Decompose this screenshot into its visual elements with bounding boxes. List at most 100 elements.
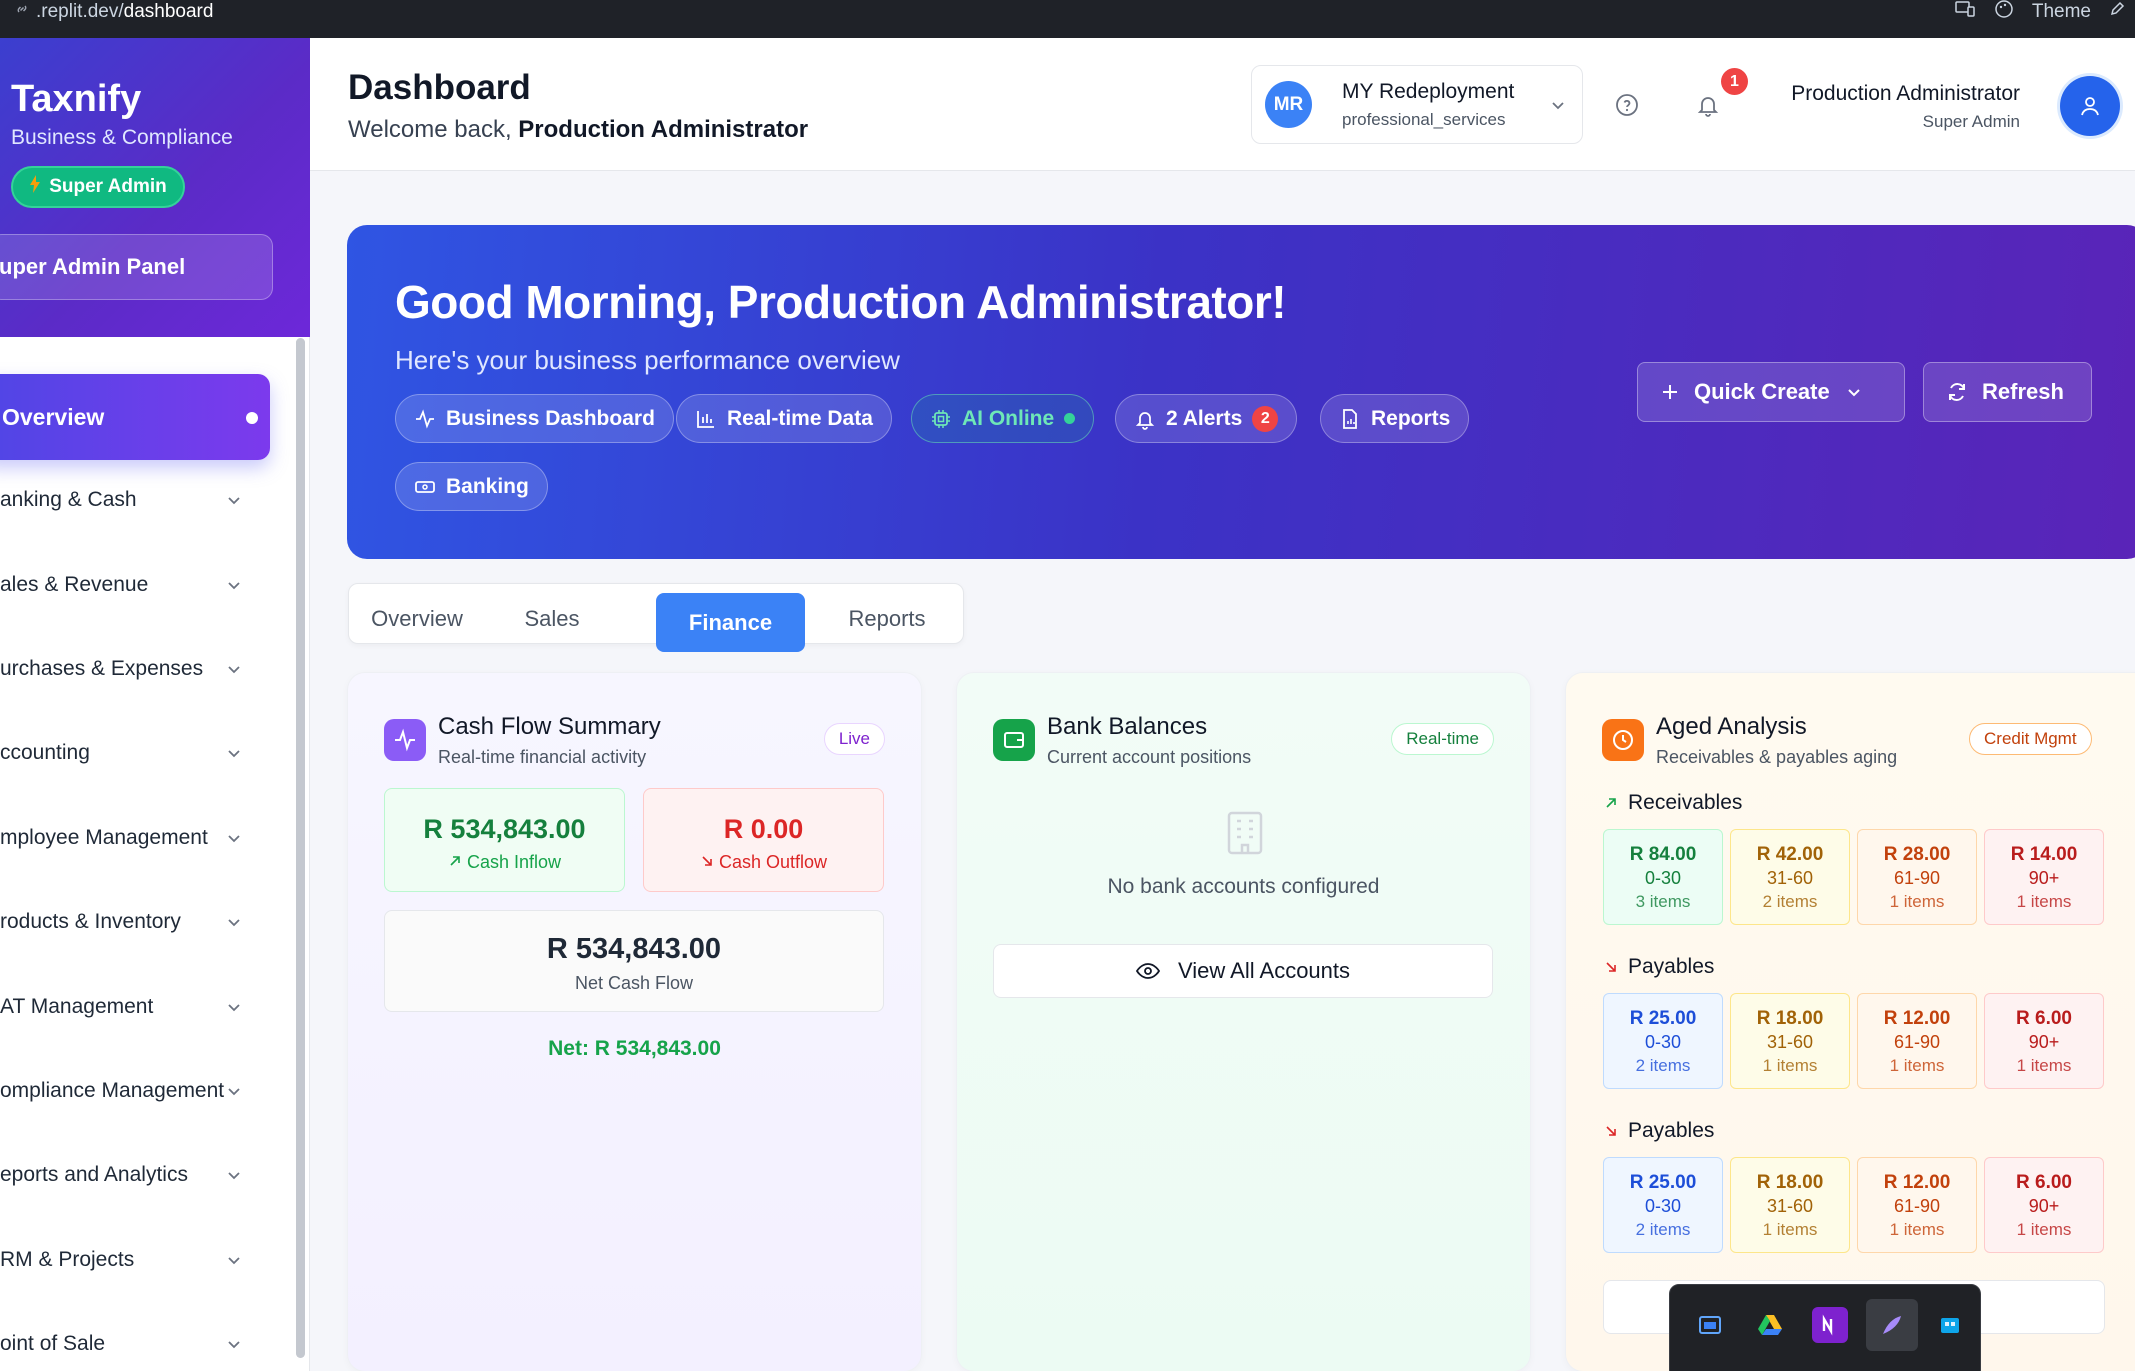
tab-sales[interactable]: Sales <box>517 594 587 644</box>
sidebar-item-inventory[interactable]: roducts & Inventory <box>0 880 296 964</box>
arrow-up-right-icon <box>450 856 460 866</box>
eye-icon <box>1135 963 1160 979</box>
chevron-down-icon <box>228 1257 240 1264</box>
sidebar-item-vat[interactable]: AT Management <box>0 964 296 1048</box>
pencil-icon[interactable] <box>2109 1 2125 23</box>
chevron-down-icon <box>228 666 240 674</box>
sidebar-item-label: Overview <box>2 403 105 430</box>
palette-icon[interactable] <box>1994 0 2014 25</box>
bell-icon[interactable] <box>1695 92 1721 118</box>
bank-balances-card: Bank Balances Current account positions … <box>956 672 1531 1371</box>
sidebar-item-purchases[interactable]: urchases & Expenses <box>0 627 296 711</box>
user-role: Super Admin <box>1922 112 2020 131</box>
sidebar-item-compliance[interactable]: ompliance Management <box>0 1049 296 1133</box>
cash-flow-card: Cash Flow Summary Real-time financial ac… <box>347 672 922 1371</box>
bucket-count: 1 items <box>2016 1220 2072 1239</box>
aging-bucket: R 18.00 31-60 1 items <box>1730 1157 1850 1253</box>
chevron-down-icon <box>228 919 240 927</box>
store-app-icon[interactable] <box>1932 1307 1968 1343</box>
aging-bucket: R 14.00 90+ 1 items <box>1984 829 2104 925</box>
page-title: Dashboard <box>348 68 531 107</box>
sidebar-item-crm[interactable]: RM & Projects <box>0 1218 296 1302</box>
onenote-app-icon[interactable] <box>1812 1307 1848 1343</box>
quick-create-button[interactable]: Quick Create <box>1637 362 1905 422</box>
activity-icon <box>416 408 434 429</box>
sidebar-item-sales[interactable]: ales & Revenue <box>0 542 296 626</box>
window-app-icon[interactable] <box>1692 1307 1728 1343</box>
brand-name: Taxnify <box>11 78 142 120</box>
view-all-accounts-button[interactable]: View All Accounts <box>993 944 1493 998</box>
address-bar[interactable]: .replit.dev/dashboard <box>14 0 213 24</box>
chip-label: 2 Alerts <box>1166 406 1243 430</box>
user-avatar[interactable] <box>2060 76 2120 136</box>
tab-reports[interactable]: Reports <box>837 594 937 644</box>
top-header: Dashboard Welcome back, Production Admin… <box>310 38 2135 171</box>
bucket-range: 0-30 <box>1644 1032 1682 1052</box>
bucket-range: 61-90 <box>1893 868 1941 888</box>
payables-heading: Payables <box>1604 1119 1714 1143</box>
role-badge: Super Admin <box>11 166 185 208</box>
theme-label[interactable]: Theme <box>2032 1 2091 23</box>
org-avatar: MR <box>1265 81 1312 128</box>
sidebar-item-employees[interactable]: mployee Management <box>0 796 296 880</box>
refresh-icon <box>1949 383 1965 401</box>
chip-reports[interactable]: Reports <box>1320 394 1470 443</box>
sidebar-item-banking[interactable]: anking & Cash <box>0 458 296 542</box>
devices-icon[interactable] <box>1954 0 1976 25</box>
user-icon <box>2081 97 2099 116</box>
tab-finance[interactable]: Finance <box>656 593 805 652</box>
organization-selector[interactable]: MR MY Redeployment professional_services <box>1251 65 1583 144</box>
chip-ai-online[interactable]: AI Online <box>911 394 1095 443</box>
org-name: MY Redeployment <box>1342 80 1515 103</box>
cash-outflow-stat: R 0.00 Cash Outflow <box>643 788 884 892</box>
url-prefix: .replit.dev/ <box>36 1 124 22</box>
activity-icon <box>384 719 426 761</box>
link-icon <box>14 1 30 23</box>
greeting-subtitle: Here's your business performance overvie… <box>395 345 900 375</box>
sidebar-item-reports[interactable]: eports and Analytics <box>0 1133 296 1217</box>
sidebar-item-pos[interactable]: oint of Sale <box>0 1302 296 1371</box>
bucket-amount: R 18.00 <box>1756 1008 1824 1029</box>
trending-up-icon <box>1606 798 1616 808</box>
empty-state-text: No bank accounts configured <box>1107 875 1380 898</box>
sidebar-item-label: ompliance Management <box>0 1078 225 1102</box>
feather-app-icon[interactable] <box>1866 1299 1918 1351</box>
bucket-count: 2 items <box>1635 1220 1691 1239</box>
arrow-down-right-icon <box>702 856 712 866</box>
sidebar-item-label: RM & Projects <box>0 1247 135 1271</box>
bucket-range: 61-90 <box>1893 1196 1941 1216</box>
chevron-down-icon <box>228 1003 240 1011</box>
status-dot <box>1064 413 1076 424</box>
sidebar-item-accounting[interactable]: ccounting <box>0 711 296 795</box>
sidebar-scrollbar[interactable] <box>296 338 305 1358</box>
cash-outflow-text: Cash Outflow <box>718 852 828 872</box>
org-type: professional_services <box>1342 110 1506 129</box>
bucket-count: 1 items <box>2016 892 2072 911</box>
aging-bucket: R 6.00 90+ 1 items <box>1984 993 2104 1089</box>
sidebar-item-label: anking & Cash <box>0 488 137 512</box>
sidebar-item-overview[interactable]: Overview <box>0 374 296 460</box>
file-chart-icon <box>1343 408 1357 429</box>
chip-realtime-data[interactable]: Real-time Data <box>676 394 892 443</box>
bucket-range: 31-60 <box>1766 868 1814 888</box>
card-title: Cash Flow Summary <box>438 713 661 740</box>
role-badge-label: Super Admin <box>49 176 167 197</box>
chip-banking[interactable]: Banking <box>395 462 548 511</box>
drive-app-icon[interactable] <box>1752 1307 1788 1343</box>
bucket-count: 1 items <box>1889 1220 1945 1239</box>
bucket-amount: R 25.00 <box>1629 1008 1697 1029</box>
chip-alerts[interactable]: 2 Alerts 2 <box>1115 394 1298 443</box>
chevron-down-icon <box>228 835 240 843</box>
welcome-prefix: Welcome back, <box>348 116 512 143</box>
sidebar-item-label: AT Management <box>0 994 154 1018</box>
help-icon[interactable] <box>1614 92 1640 118</box>
super-admin-panel-button[interactable]: uper Admin Panel <box>0 234 273 300</box>
chip-business-dashboard[interactable]: Business Dashboard <box>395 394 674 443</box>
refresh-button[interactable]: Refresh <box>1923 362 2092 422</box>
aged-analysis-card: Aged Analysis Receivables & payables agi… <box>1565 672 2135 1371</box>
scrollbar-thumb[interactable] <box>296 338 305 1358</box>
tab-overview[interactable]: Overview <box>367 594 467 644</box>
cash-inflow-label: Cash Inflow <box>385 852 624 873</box>
chevron-down-icon <box>228 750 240 758</box>
bell-icon <box>1135 411 1155 430</box>
